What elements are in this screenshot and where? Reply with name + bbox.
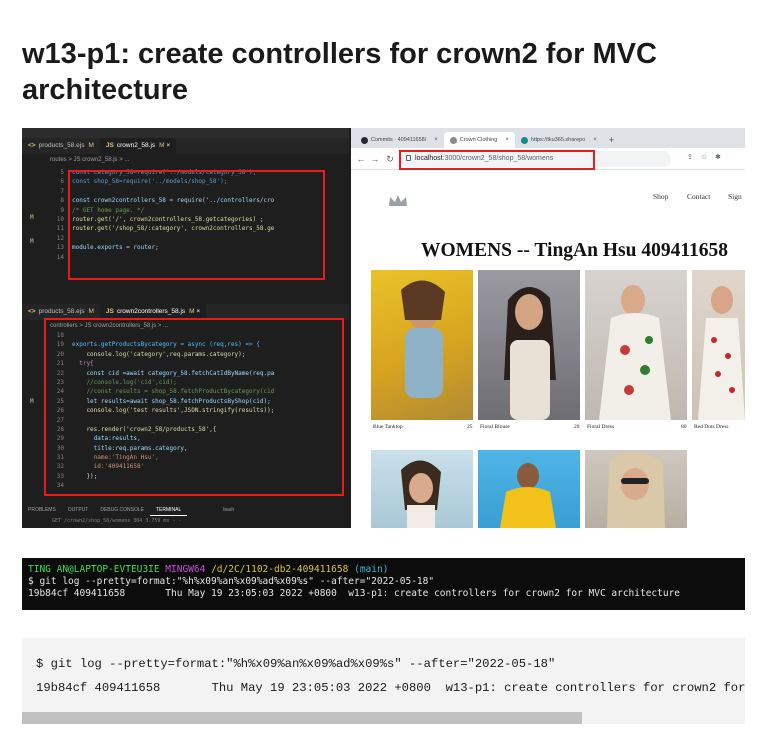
share-icon[interactable]: ⇪ [687, 153, 693, 161]
code-command: $ git log --pretty=format:"%h%x09%an%x09… [36, 657, 556, 671]
back-arrow-icon[interactable]: ← [355, 152, 367, 166]
product-name: Floral Blouse [480, 424, 510, 430]
product-name: Blue Tanktop [373, 424, 403, 430]
terminal-user: TING AN@LAPTOP-EVTEU3IE [28, 564, 160, 575]
crown-logo-icon[interactable] [387, 194, 409, 208]
nav-contact-link[interactable]: Contact [687, 192, 710, 201]
top-editor-tabs: <> products_58.ejs M JS crown2_58.js M × [22, 138, 349, 154]
tab-problems[interactable]: PROBLEMS [22, 504, 62, 516]
close-icon: × [505, 137, 509, 143]
close-icon: × [434, 137, 438, 143]
git-modified-marker: M [30, 238, 34, 245]
reload-icon[interactable]: ↻ [384, 152, 396, 166]
globe-icon [449, 136, 457, 144]
nav-sign-link[interactable]: Sign [728, 192, 742, 201]
scrollbar-thumb[interactable] [22, 712, 582, 724]
browser-tabbar: Commits · 409411658/× Crown Clothing × ht… [351, 128, 745, 148]
top-gutter: 5 6 7 8 9 10 11 12 13 14 [22, 168, 68, 262]
product-image[interactable] [692, 270, 745, 420]
tab-products-ejs[interactable]: <> products_58.ejs M [22, 138, 100, 154]
git-modified-marker: M [30, 398, 34, 405]
product-image[interactable] [585, 450, 687, 528]
tab-debug-console[interactable]: DEBUG CONSOLE [94, 504, 150, 516]
terminal-command: $ git log --pretty=format:"%h%x09%an%x09… [28, 576, 435, 587]
product-name: Red Dots Dress [694, 424, 729, 430]
vscode-titlebar [22, 128, 349, 138]
terminal-output: 19b84cf 409411658 Thu May 19 23:05:03 20… [28, 588, 681, 599]
tab-terminal[interactable]: TERMINAL [149, 504, 188, 516]
code-output: 19b84cf 409411658 Thu May 19 23:05:03 20… [36, 681, 745, 695]
product-image[interactable] [478, 270, 580, 420]
screenshot-composite: <> products_58.ejs M JS crown2_58.js M × rou… [22, 128, 745, 528]
page-title: w13-p1: create controllers for crown2 fo… [22, 38, 657, 106]
star-icon[interactable]: ☆ [701, 153, 707, 161]
product-image[interactable] [585, 270, 687, 420]
terminal-shell: MINGW64 [165, 564, 206, 575]
tab-output[interactable]: OUTPUT [62, 504, 95, 516]
highlight-box-controller [44, 318, 344, 496]
tab-crown2-js[interactable]: JS crown2_58.js M × [99, 138, 177, 154]
git-modified-marker: M [30, 214, 34, 221]
terminal-log-line: GET /crown2/shop_58/womens 304 3.759 ms … [52, 518, 182, 524]
terminal-screenshot: TING AN@LAPTOP-EVTEU3IE MINGW64 /d/2C/11… [22, 558, 745, 610]
highlight-box-routes [68, 170, 325, 280]
browser-tab-sharepoint[interactable]: https://tku365.sharepo × [515, 132, 603, 148]
panel-tabs: PROBLEMS OUTPUT DEBUG CONSOLE TERMINAL b… [22, 504, 349, 516]
nav-shop-link[interactable]: Shop [653, 192, 668, 201]
product-image[interactable] [371, 270, 473, 420]
browser-tab-commits[interactable]: Commits · 409411658/× [355, 132, 444, 148]
terminal-shell-label[interactable]: bash [217, 504, 240, 516]
new-tab-button[interactable]: + [603, 132, 620, 148]
category-heading: WOMENS -- TingAn Hsu 409411658 [421, 240, 729, 261]
github-icon [361, 136, 368, 144]
extensions-icon[interactable]: ✱ [715, 153, 721, 161]
product-price: 25 [467, 424, 473, 430]
sharepoint-icon [520, 136, 528, 144]
browser-tab-crown[interactable]: Crown Clothing × [443, 132, 515, 148]
highlight-box-url [399, 150, 595, 170]
product-image[interactable] [478, 450, 580, 528]
top-breadcrumb: routes > JS crown2_58.js > ... [22, 154, 349, 166]
product-price: 80 [681, 424, 687, 430]
forward-arrow-icon[interactable]: → [369, 152, 381, 166]
terminal-branch: (main) [354, 564, 389, 575]
code-block[interactable]: $ git log --pretty=format:"%h%x09%an%x09… [22, 638, 745, 712]
vscode-window: <> products_58.ejs M JS crown2_58.js M × rou… [22, 128, 349, 528]
close-icon: × [593, 137, 597, 143]
terminal-path: /d/2C/1102-db2-409411658 [211, 564, 349, 575]
product-name: Floral Dress [587, 424, 615, 430]
product-image[interactable] [371, 450, 473, 528]
product-price: 20 [574, 424, 580, 430]
browser-window: Commits · 409411658/× Crown Clothing × ht… [351, 128, 745, 528]
